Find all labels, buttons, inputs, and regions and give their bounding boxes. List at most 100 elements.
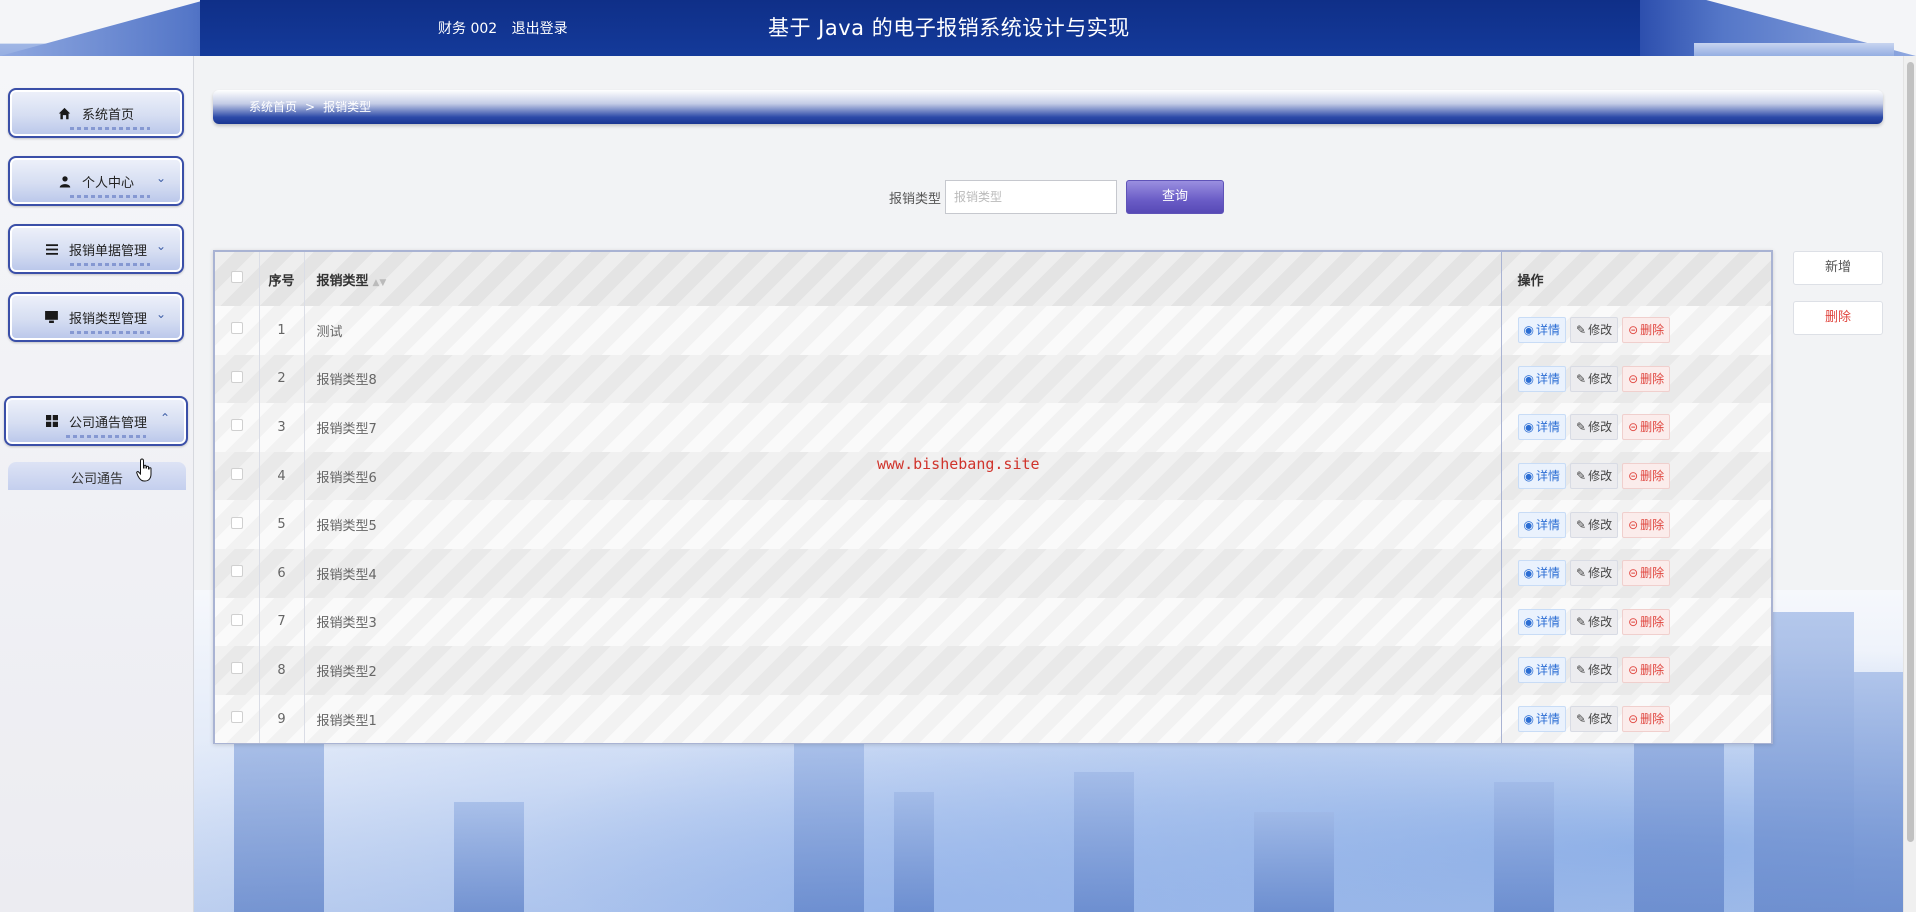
logout-link[interactable]: 退出登录	[512, 21, 568, 37]
row-index: 5	[259, 500, 305, 549]
row-checkbox-cell	[215, 403, 260, 452]
row-checkbox[interactable]	[230, 468, 243, 481]
row-actions: ◉ 详情 ✎ 修改 ⊝ 删除	[1501, 306, 1771, 355]
edit-button[interactable]: ✎ 修改	[1570, 414, 1619, 441]
minus-circle-icon: ⊝	[1628, 420, 1639, 435]
edit-label: 修改	[1588, 469, 1613, 484]
delete-label: 删除	[1640, 420, 1665, 435]
type-header[interactable]: 报销类型 ▲▼	[304, 252, 1502, 306]
edit-button[interactable]: ✎ 修改	[1570, 706, 1619, 733]
edit-button[interactable]: ✎ 修改	[1570, 608, 1619, 635]
row-checkbox[interactable]	[230, 711, 243, 724]
row-index: 3	[259, 403, 305, 452]
menu-decoration	[70, 195, 150, 198]
edit-button[interactable]: ✎ 修改	[1570, 365, 1619, 392]
edit-button[interactable]: ✎ 修改	[1570, 657, 1619, 684]
sidebar-item-expense-types[interactable]: 报销类型管理 ⌄	[8, 292, 184, 342]
delete-button[interactable]: ⊝ 删除	[1622, 317, 1671, 344]
detail-button[interactable]: ◉ 详情	[1517, 657, 1566, 684]
breadcrumb-bar: 系统首页 > 报销类型	[213, 90, 1883, 124]
page-scrollbar[interactable]	[1903, 56, 1916, 912]
row-actions: ◉ 详情 ✎ 修改 ⊝ 删除	[1501, 500, 1771, 549]
edit-label: 修改	[1588, 420, 1613, 435]
eye-icon: ◉	[1523, 614, 1534, 629]
submenu-item-company-notice[interactable]: 公司通告	[8, 462, 186, 490]
detail-button[interactable]: ◉ 详情	[1517, 463, 1566, 490]
delete-button[interactable]: ⊝ 删除	[1622, 365, 1671, 392]
sidebar-item-profile[interactable]: 个人中心 ⌄	[8, 156, 184, 206]
row-index: 9	[259, 694, 305, 744]
type-header-label: 报销类型	[316, 273, 369, 289]
search-input[interactable]	[945, 180, 1118, 214]
query-button[interactable]: 查询	[1126, 180, 1225, 214]
sidebar-item-label: 报销类型管理	[68, 311, 147, 327]
detail-button[interactable]: ◉ 详情	[1517, 706, 1566, 733]
sidebar-item-label: 公司通告管理	[68, 415, 147, 431]
sidebar-item-home[interactable]: 系统首页	[8, 88, 184, 138]
detail-button[interactable]: ◉ 详情	[1517, 317, 1566, 344]
add-button[interactable]: 新增	[1793, 251, 1883, 285]
sidebar-item-company-notices[interactable]: 公司通告管理 ⌃	[4, 396, 188, 446]
detail-button[interactable]: ◉ 详情	[1517, 365, 1566, 392]
detail-label: 详情	[1535, 614, 1560, 629]
chevron-down-icon: ⌄	[155, 171, 166, 185]
edit-button[interactable]: ✎ 修改	[1570, 560, 1619, 587]
row-checkbox-cell	[215, 694, 260, 744]
sidebar-item-label: 报销单据管理	[68, 243, 147, 259]
table-row: 3 报销类型7 ◉ 详情 ✎ 修改 ⊝ 删除	[215, 403, 1771, 452]
watermark-text: www.bishebang.site	[877, 455, 1040, 473]
sidebar-item-expense-documents[interactable]: 报销单据管理 ⌄	[8, 224, 184, 274]
row-actions: ◉ 详情 ✎ 修改 ⊝ 删除	[1501, 549, 1771, 598]
detail-button[interactable]: ◉ 详情	[1517, 511, 1566, 538]
table-row: 8 报销类型2 ◉ 详情 ✎ 修改 ⊝ 删除	[215, 646, 1771, 695]
row-checkbox[interactable]	[230, 370, 243, 383]
detail-label: 详情	[1535, 566, 1560, 581]
detail-button[interactable]: ◉ 详情	[1517, 414, 1566, 441]
row-checkbox[interactable]	[230, 419, 243, 432]
breadcrumb-home[interactable]: 系统首页	[249, 100, 297, 114]
detail-label: 详情	[1535, 371, 1560, 386]
row-index: 7	[259, 597, 305, 647]
pencil-icon: ✎	[1576, 371, 1587, 386]
hand-cursor-icon	[136, 458, 152, 482]
row-type: 报销类型3	[304, 597, 1502, 647]
delete-button[interactable]: ⊝ 删除	[1622, 706, 1671, 733]
delete-button[interactable]: ⊝ 删除	[1622, 657, 1671, 684]
row-checkbox[interactable]	[230, 322, 243, 335]
minus-circle-icon: ⊝	[1628, 517, 1639, 532]
delete-button[interactable]: ⊝ 删除	[1622, 511, 1671, 538]
delete-label: 删除	[1640, 566, 1665, 581]
chevron-down-icon: ⌄	[155, 239, 166, 253]
eye-icon: ◉	[1523, 420, 1534, 435]
row-checkbox-cell	[215, 548, 260, 598]
delete-button[interactable]: ⊝ 删除	[1622, 608, 1671, 635]
row-checkbox[interactable]	[230, 565, 243, 578]
table-header-row: 序号 报销类型 ▲▼ 操作	[215, 252, 1771, 306]
row-type: 报销类型4	[304, 548, 1502, 598]
delete-button[interactable]: ⊝ 删除	[1622, 560, 1671, 587]
edit-button[interactable]: ✎ 修改	[1570, 463, 1619, 490]
delete-button[interactable]: ⊝ 删除	[1622, 414, 1671, 441]
eye-icon: ◉	[1523, 323, 1534, 338]
eye-icon: ◉	[1523, 663, 1534, 678]
row-checkbox[interactable]	[230, 613, 243, 626]
sort-icon[interactable]: ▲▼	[373, 278, 387, 288]
select-all-header	[215, 252, 260, 306]
scrollbar-thumb[interactable]	[1907, 62, 1914, 842]
edit-button[interactable]: ✎ 修改	[1570, 511, 1619, 538]
header-right-decoration-base	[1694, 43, 1894, 56]
ops-header: 操作	[1517, 273, 1544, 289]
row-index: 2	[259, 354, 305, 404]
search-label: 报销类型	[889, 191, 942, 207]
detail-button[interactable]: ◉ 详情	[1517, 608, 1566, 635]
row-checkbox[interactable]	[230, 516, 243, 529]
row-actions: ◉ 详情 ✎ 修改 ⊝ 删除	[1501, 403, 1771, 452]
select-all-checkbox[interactable]	[230, 271, 243, 283]
detail-button[interactable]: ◉ 详情	[1517, 560, 1566, 587]
row-checkbox-cell	[215, 306, 260, 355]
batch-delete-button[interactable]: 删除	[1793, 301, 1883, 335]
edit-label: 修改	[1588, 323, 1613, 338]
row-checkbox[interactable]	[230, 662, 243, 675]
delete-button[interactable]: ⊝ 删除	[1622, 463, 1671, 490]
edit-button[interactable]: ✎ 修改	[1570, 317, 1619, 344]
